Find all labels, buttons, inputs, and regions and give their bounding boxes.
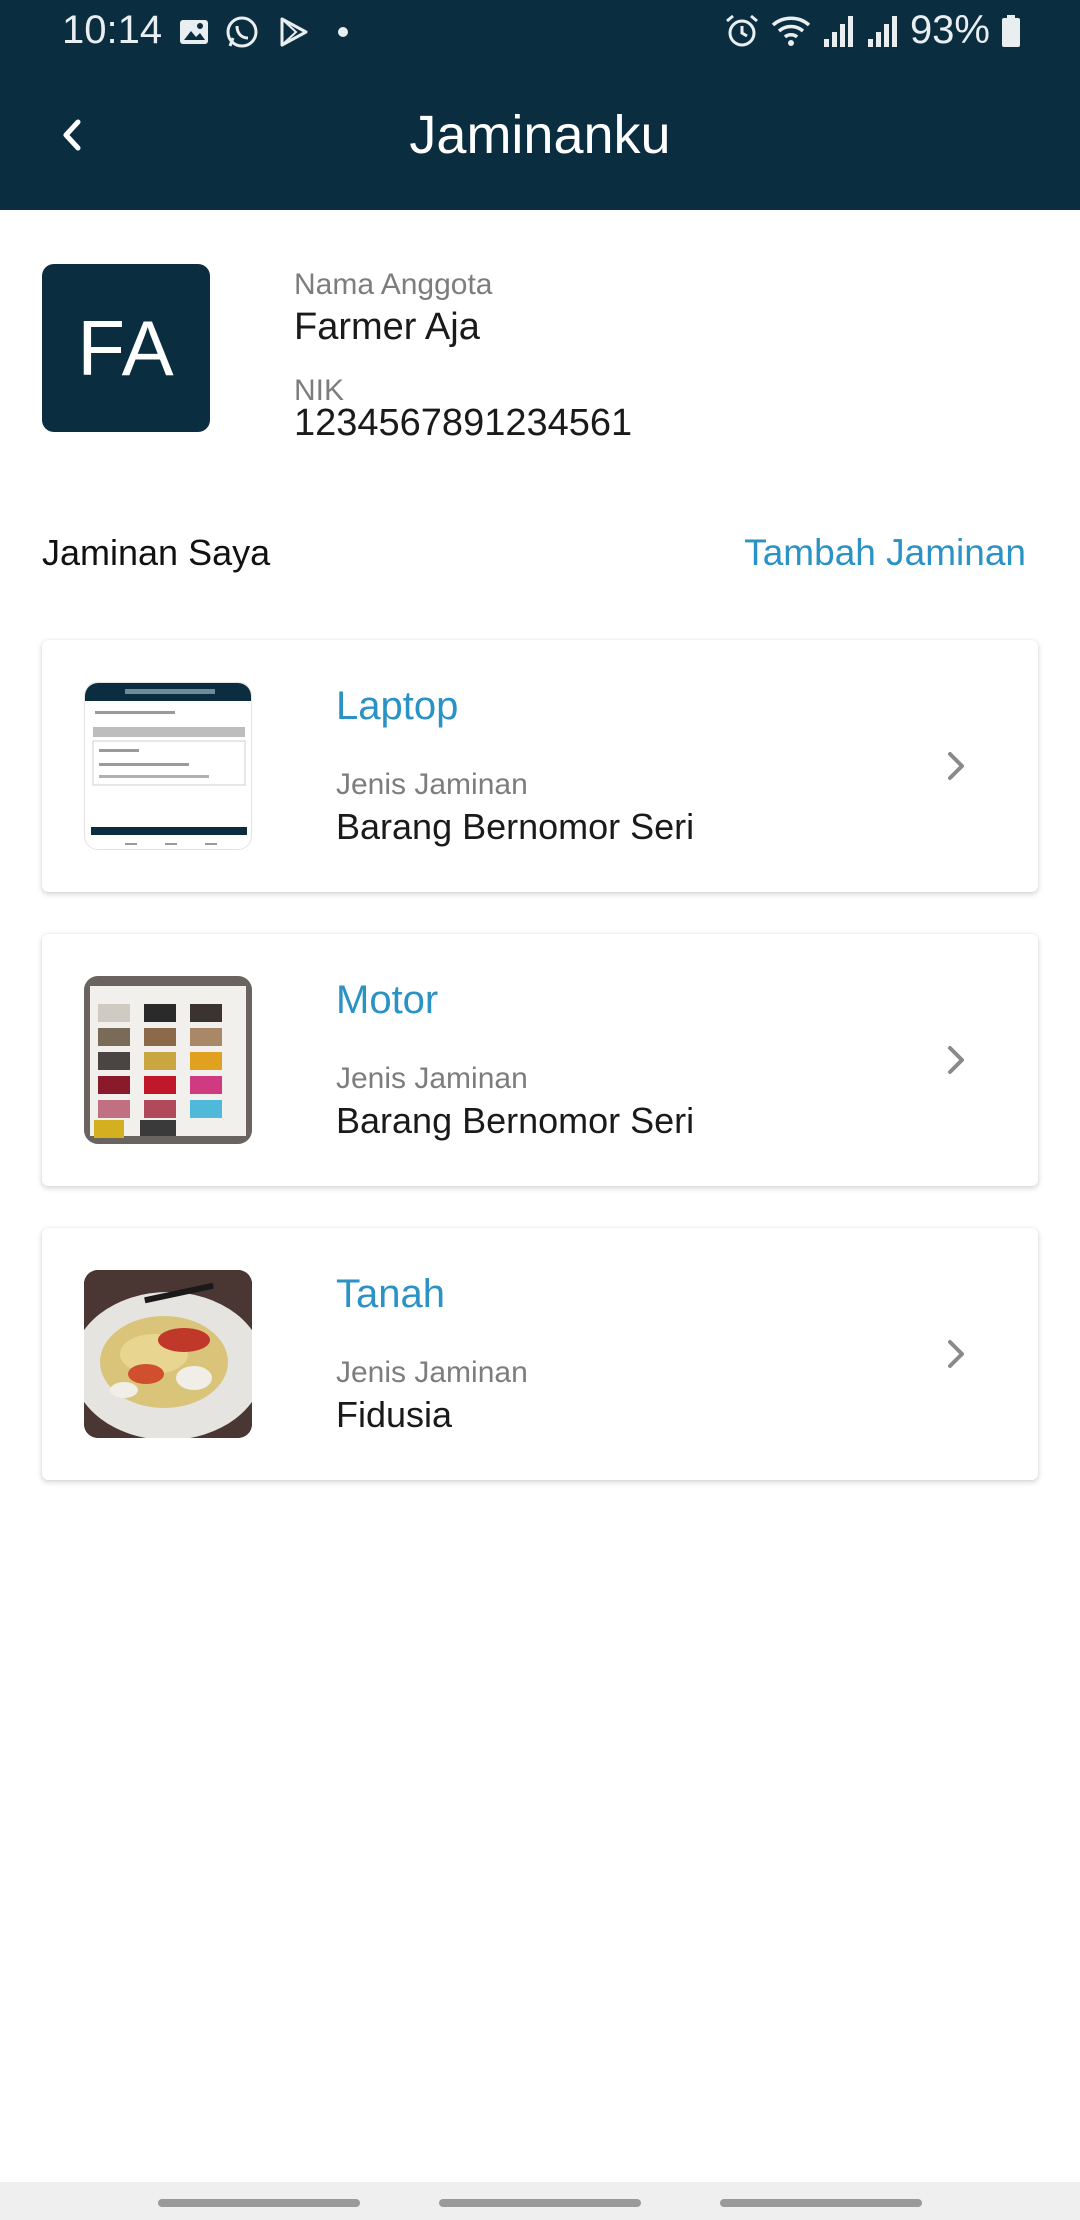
play-store-icon <box>280 17 308 47</box>
collateral-type-label: Jenis Jaminan <box>336 1062 528 1095</box>
avatar: FA <box>42 264 210 432</box>
collateral-type: Fidusia <box>336 1394 453 1435</box>
collateral-type-label: Jenis Jaminan <box>336 768 528 801</box>
nav-home-button[interactable] <box>439 2199 641 2207</box>
wifi-icon <box>771 16 811 46</box>
battery-percent: 93% <box>909 8 990 52</box>
chevron-right-icon <box>948 1046 964 1074</box>
signal-icon <box>867 15 897 47</box>
collateral-type: Barang Bernomor Seri <box>336 806 695 847</box>
gallery-icon <box>180 20 208 44</box>
screen: 10:14 93% Jaminanku FA Nama Anggota Farm… <box>0 0 1080 2220</box>
status-time: 10:14 <box>62 8 163 52</box>
collateral-type: Barang Bernomor Seri <box>336 1100 695 1141</box>
collateral-thumbnail <box>84 1270 252 1438</box>
battery-icon <box>1002 14 1020 47</box>
collateral-type-label: Jenis Jaminan <box>336 1356 528 1389</box>
chevron-right-icon <box>948 1340 964 1368</box>
collateral-name: Motor <box>336 978 439 1022</box>
nav-recents-button[interactable] <box>158 2199 360 2207</box>
whatsapp-icon <box>226 16 258 48</box>
status-bar: 10:14 93% <box>0 0 1080 66</box>
page-title: Jaminanku <box>409 105 671 165</box>
nik-value: 1234567891234561 <box>294 402 633 444</box>
collateral-card-tanah[interactable]: Tanah Jenis Jaminan Fidusia <box>42 1228 1038 1480</box>
collateral-card-motor[interactable]: Motor Jenis Jaminan Barang Bernomor Seri <box>42 934 1038 1186</box>
chevron-right-icon <box>948 752 964 780</box>
collateral-thumbnail <box>84 682 252 850</box>
collateral-card-laptop[interactable]: Laptop Jenis Jaminan Barang Bernomor Ser… <box>42 640 1038 892</box>
dot-icon <box>338 27 348 37</box>
top-bar: 10:14 93% Jaminanku <box>0 0 1080 210</box>
nav-back-button[interactable] <box>720 2199 922 2207</box>
member-name-label: Nama Anggota <box>294 268 493 301</box>
system-nav-bar <box>0 2182 1080 2220</box>
alarm-icon <box>725 14 758 46</box>
signal-icon <box>823 15 853 47</box>
member-name: Farmer Aja <box>294 306 480 348</box>
status-right: 93% <box>724 8 1022 53</box>
collateral-name: Laptop <box>336 684 459 728</box>
add-collateral-button[interactable]: Tambah Jaminan <box>744 532 1026 574</box>
collateral-thumbnail <box>84 976 252 1144</box>
collateral-name: Tanah <box>336 1272 445 1316</box>
section-title: Jaminan Saya <box>42 532 271 573</box>
